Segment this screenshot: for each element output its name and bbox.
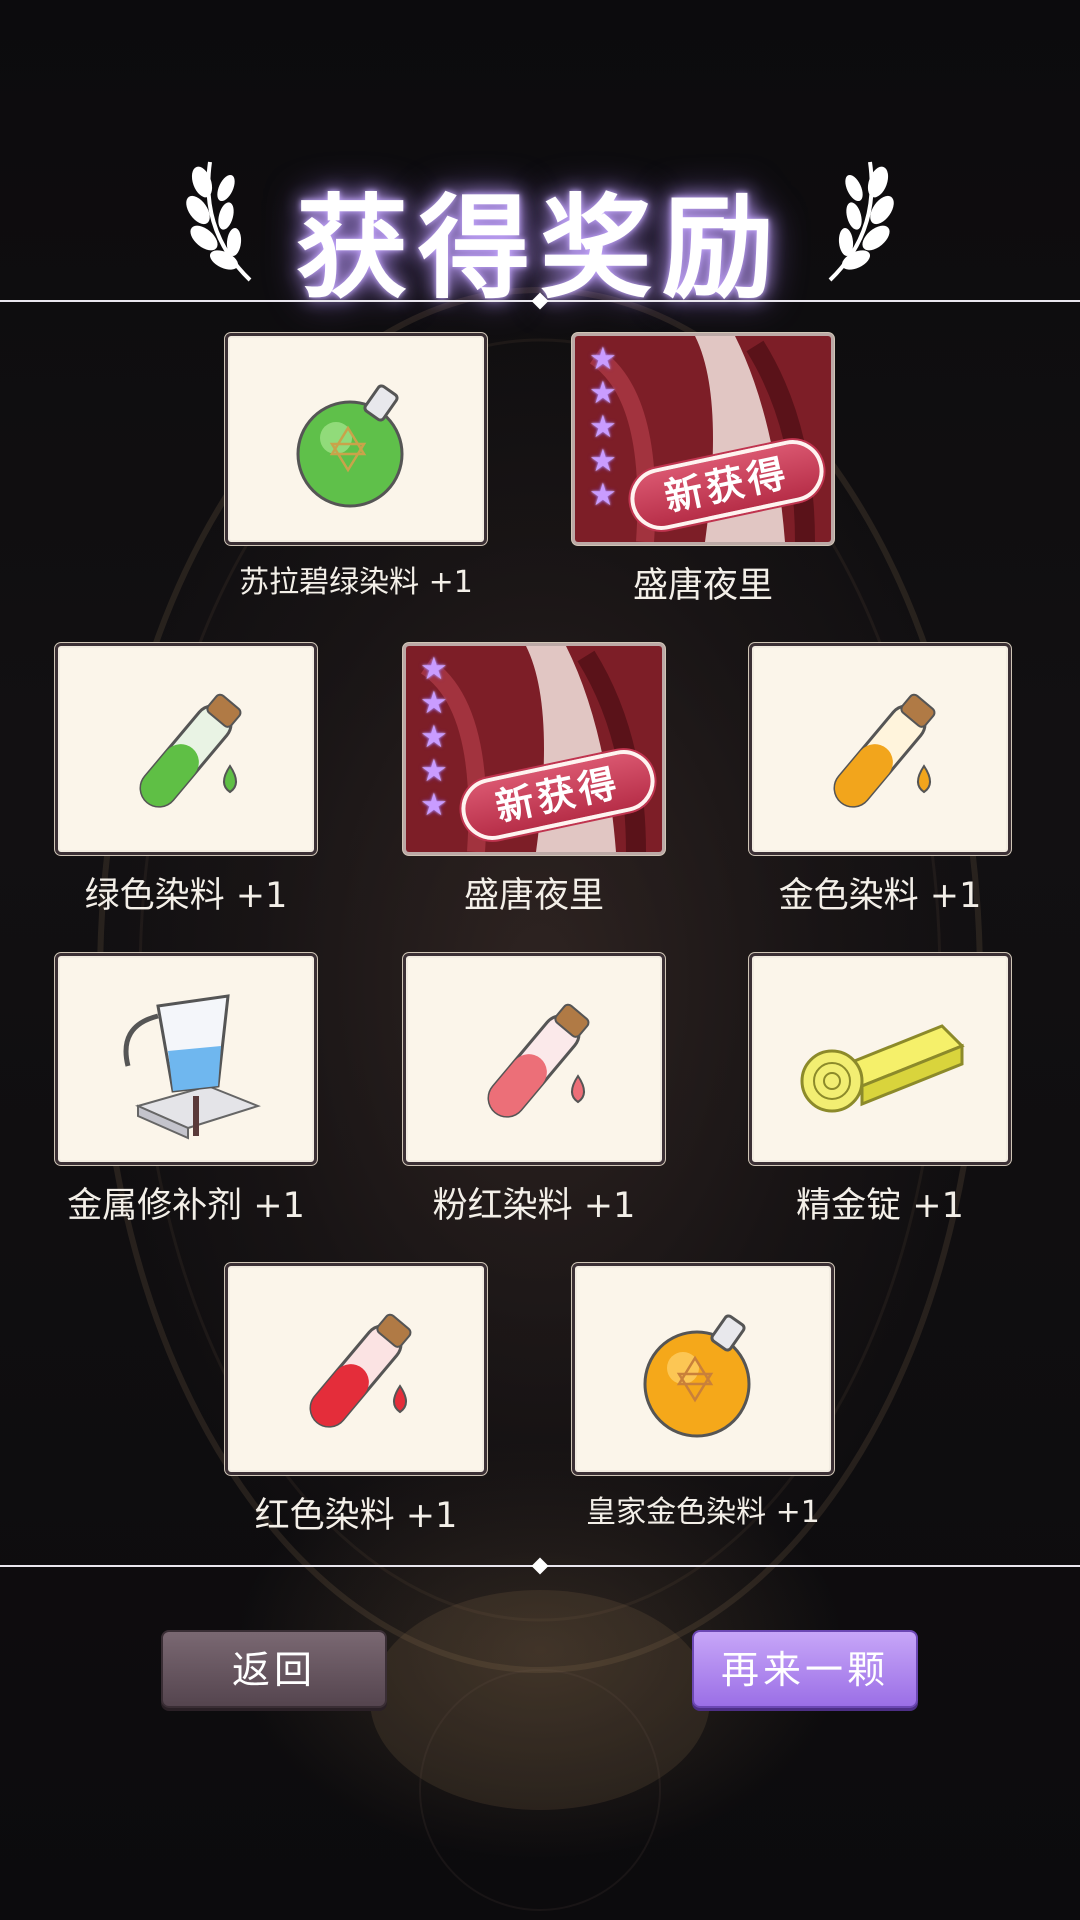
reward-label: 金色染料 +1 bbox=[778, 876, 982, 916]
reward-item[interactable]: ★ ★ ★ ★ ★ 新获得 盛唐夜里 bbox=[572, 333, 834, 606]
reward-card-costume[interactable]: ★ ★ ★ ★ ★ 新获得 bbox=[403, 643, 665, 855]
reward-label: 金属修补剂 +1 bbox=[67, 1186, 305, 1226]
star-icon: ★ bbox=[589, 341, 617, 377]
reward-label: 盛唐夜里 bbox=[463, 876, 604, 916]
gold-dye-tube-icon bbox=[833, 693, 936, 808]
green-dye-tube-icon bbox=[139, 693, 242, 808]
reward-card[interactable] bbox=[749, 643, 1011, 855]
reward-card[interactable] bbox=[403, 953, 665, 1165]
reward-item[interactable]: 红色染料 +1 bbox=[225, 1263, 487, 1536]
reward-label: 皇家金色染料 +1 bbox=[586, 1495, 820, 1530]
reward-label: 盛唐夜里 bbox=[632, 566, 773, 606]
bottom-divider bbox=[0, 1557, 1080, 1575]
star-icon: ★ bbox=[420, 719, 448, 755]
reward-item[interactable]: 苏拉碧绿染料 +1 bbox=[225, 333, 487, 600]
back-button[interactable]: 返回 bbox=[161, 1630, 387, 1708]
star-icon: ★ bbox=[420, 651, 448, 687]
reward-card[interactable] bbox=[225, 333, 487, 545]
reward-card[interactable] bbox=[225, 1263, 487, 1475]
reward-card-costume[interactable]: ★ ★ ★ ★ ★ 新获得 bbox=[572, 333, 834, 545]
star-icon: ★ bbox=[420, 787, 448, 823]
reward-item[interactable]: 绿色染料 +1 bbox=[55, 643, 317, 916]
star-icon: ★ bbox=[589, 477, 617, 513]
reward-label: 精金锭 +1 bbox=[796, 1186, 964, 1226]
royal-gold-potion-flask-icon bbox=[643, 1314, 751, 1438]
reward-label: 红色染料 +1 bbox=[254, 1496, 458, 1536]
rarity-stars: ★ ★ ★ ★ ★ bbox=[589, 342, 625, 512]
reward-label: 绿色染料 +1 bbox=[84, 876, 288, 916]
star-icon: ★ bbox=[589, 409, 617, 445]
star-icon: ★ bbox=[420, 753, 448, 789]
reward-item[interactable]: 精金锭 +1 bbox=[749, 953, 1011, 1226]
reward-card[interactable] bbox=[55, 953, 317, 1165]
reward-item[interactable]: 皇家金色染料 +1 bbox=[572, 1263, 834, 1530]
reward-label: 苏拉碧绿染料 +1 bbox=[239, 565, 473, 600]
red-dye-tube-icon bbox=[309, 1313, 412, 1428]
laurel-right-icon bbox=[828, 161, 894, 282]
reward-card[interactable] bbox=[749, 953, 1011, 1165]
reward-card[interactable] bbox=[572, 1263, 834, 1475]
green-potion-flask-icon bbox=[296, 384, 404, 508]
reward-item[interactable]: 粉红染料 +1 bbox=[403, 953, 665, 1226]
reward-item[interactable]: ★ ★ ★ ★ ★ 新获得 盛唐夜里 bbox=[403, 643, 665, 916]
top-divider bbox=[0, 292, 1080, 310]
star-icon: ★ bbox=[589, 375, 617, 411]
reward-item[interactable]: 金色染料 +1 bbox=[749, 643, 1011, 916]
reward-title-banner: 获得奖励 bbox=[0, 140, 1080, 314]
reward-card[interactable] bbox=[55, 643, 317, 855]
star-icon: ★ bbox=[420, 685, 448, 721]
rarity-stars: ★ ★ ★ ★ ★ bbox=[420, 652, 456, 822]
draw-again-button[interactable]: 再来一颗 bbox=[692, 1630, 918, 1708]
reward-label: 粉红染料 +1 bbox=[432, 1186, 636, 1226]
reward-item[interactable]: 金属修补剂 +1 bbox=[55, 953, 317, 1226]
pink-dye-tube-icon bbox=[487, 1003, 590, 1118]
star-icon: ★ bbox=[589, 443, 617, 479]
metal-repair-pitcher-icon bbox=[123, 994, 261, 1140]
gold-ingot-rose-icon bbox=[800, 1024, 965, 1113]
